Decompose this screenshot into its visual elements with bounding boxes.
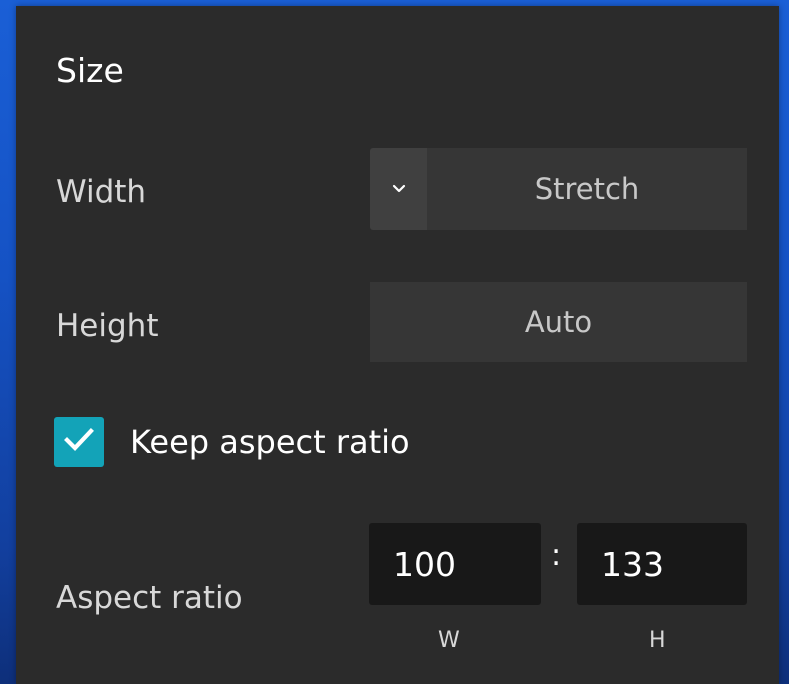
keep-aspect-ratio-checkbox[interactable]: [54, 417, 104, 467]
width-mode-dropdown-button[interactable]: [370, 148, 427, 230]
checkmark-icon: [62, 426, 96, 458]
chevron-down-icon: [391, 180, 407, 199]
aspect-ratio-label: Aspect ratio: [56, 580, 243, 616]
aspect-ratio-width-input[interactable]: 100: [369, 523, 541, 605]
width-caption: W: [438, 628, 460, 653]
size-panel: Size Width Stretch Height Auto Keep aspe…: [16, 6, 779, 684]
height-caption: H: [649, 628, 666, 653]
aspect-ratio-height-input[interactable]: 133: [577, 523, 747, 605]
height-label: Height: [56, 308, 159, 344]
section-title: Size: [56, 51, 124, 90]
aspect-ratio-separator: :: [551, 538, 562, 573]
width-value-field[interactable]: Stretch: [427, 148, 747, 230]
width-label: Width: [56, 174, 147, 210]
keep-aspect-ratio-label[interactable]: Keep aspect ratio: [130, 418, 410, 466]
height-value-field[interactable]: Auto: [370, 282, 747, 362]
